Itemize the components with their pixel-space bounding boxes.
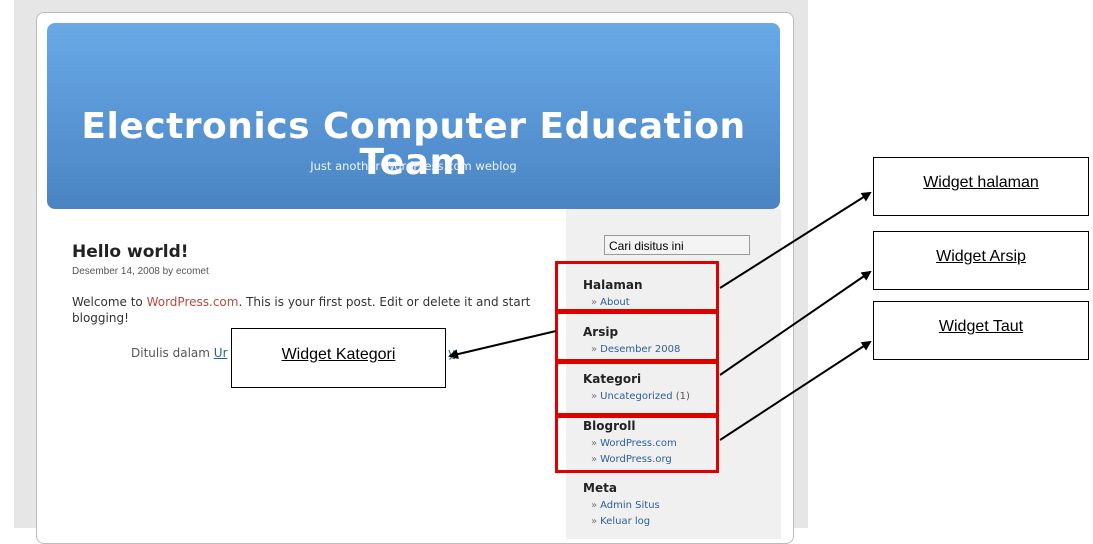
callout-widget-taut: Widget Taut xyxy=(873,301,1089,360)
arrow-arsip xyxy=(719,270,872,376)
arrow-halaman xyxy=(719,191,872,289)
callout-widget-arsip: Widget Arsip xyxy=(873,231,1089,290)
callout-widget-halaman: Widget halaman xyxy=(873,157,1089,216)
arrow-taut xyxy=(719,340,872,441)
arrow-kategori xyxy=(448,330,557,360)
callout-widget-kategori: Widget Kategori xyxy=(231,328,446,388)
